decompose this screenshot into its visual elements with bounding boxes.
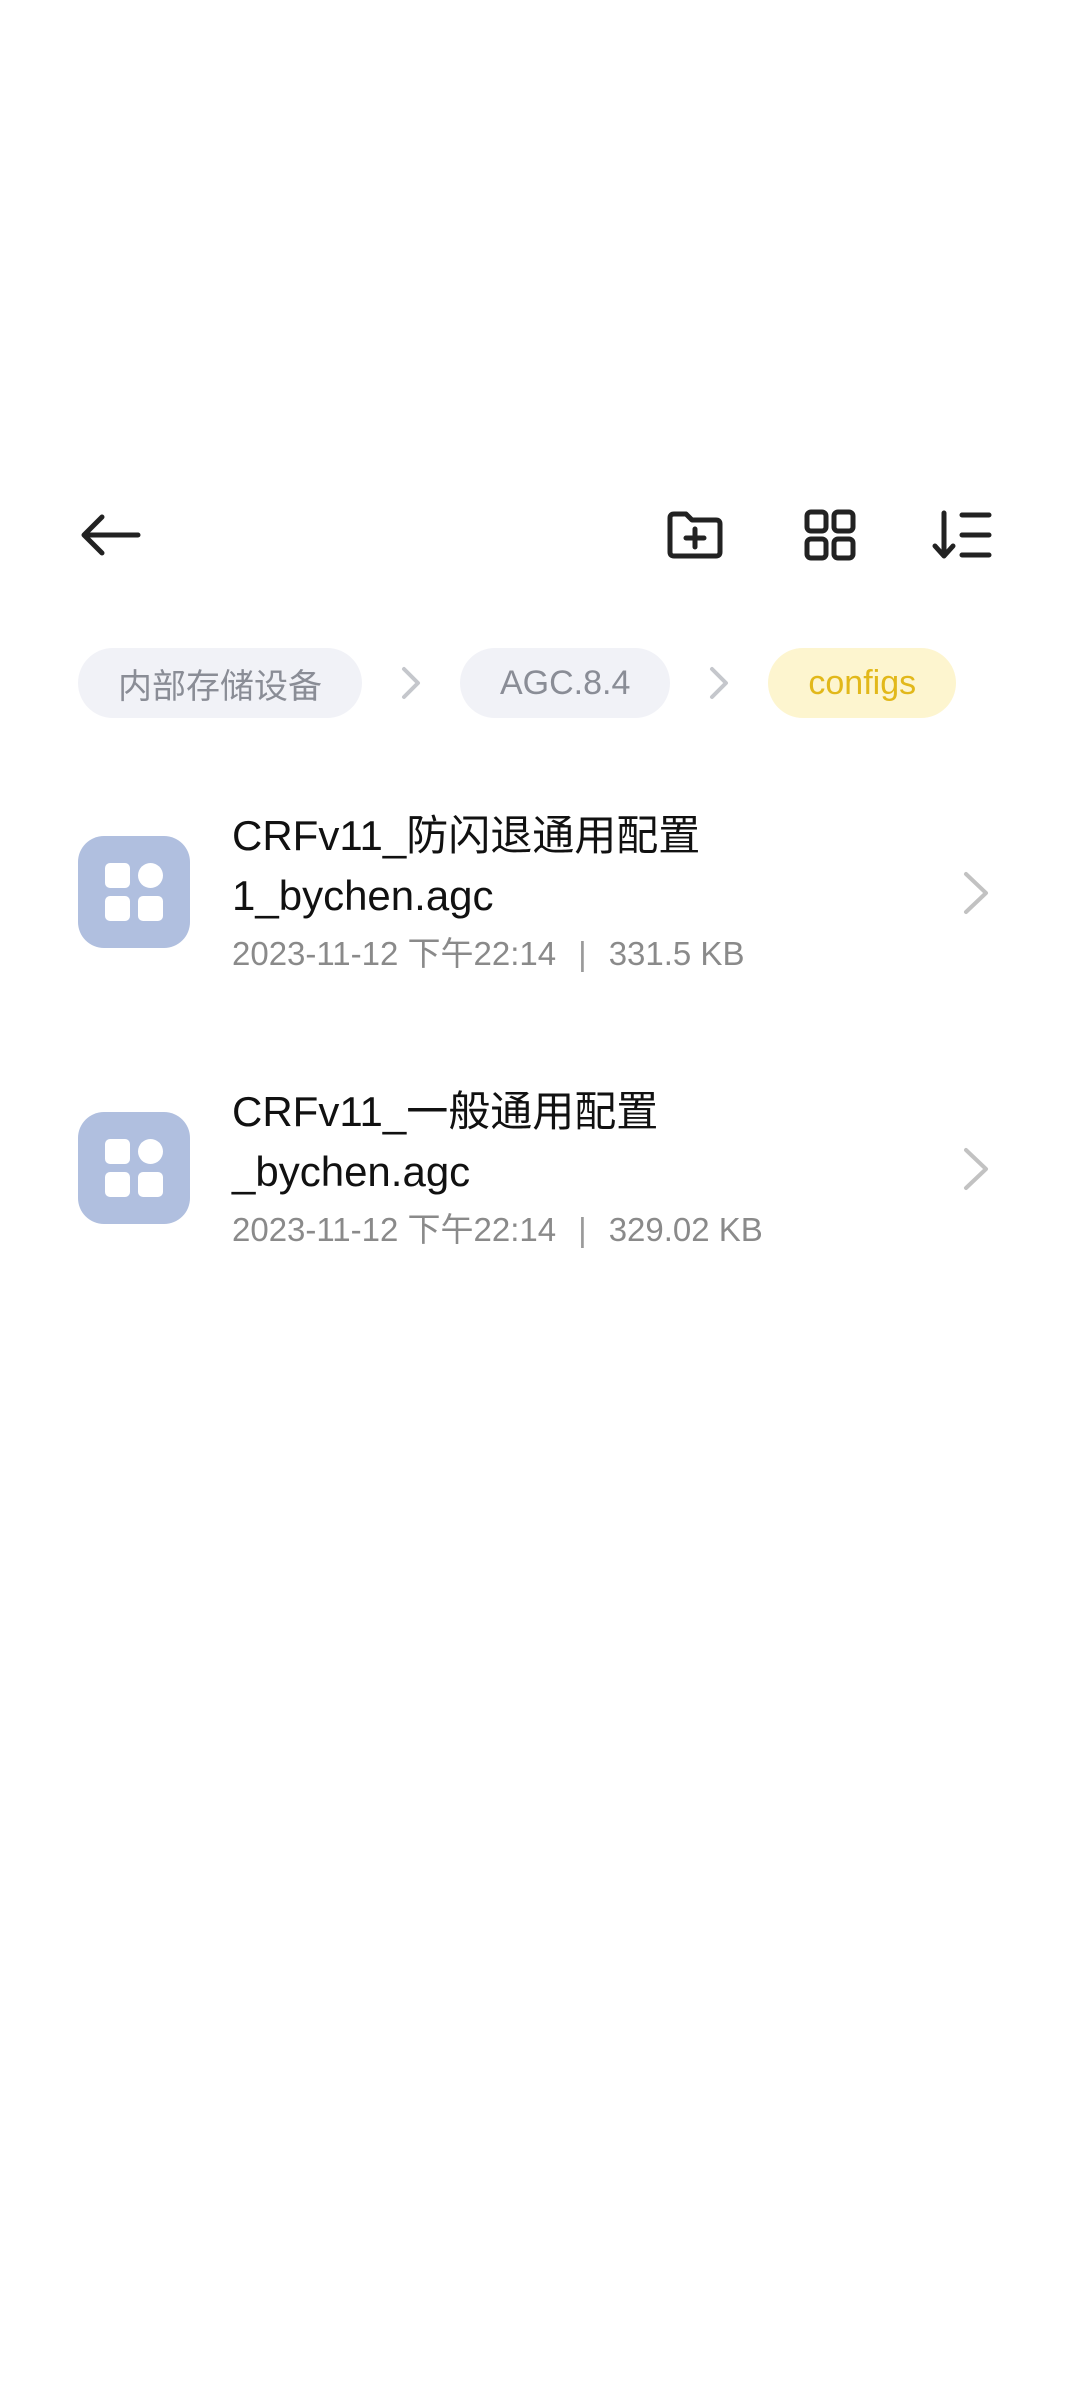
breadcrumb-label: AGC.8.4: [500, 663, 631, 702]
app-file-icon: [78, 1112, 190, 1224]
chevron-right-icon: [964, 1148, 988, 1190]
grid-view-icon: [804, 509, 856, 561]
sort-down-icon: [932, 510, 992, 559]
breadcrumb: 内部存储设备 AGC.8.4 configs: [78, 648, 957, 718]
file-date: 2023-11-12 下午22:14: [232, 1211, 557, 1248]
sort-button[interactable]: [907, 480, 1017, 590]
file-list-item[interactable]: CRFv11_一般通用配置_bychen.agc 2023-11-12 下午22…: [0, 1046, 1080, 1322]
folder-plus-icon: [667, 511, 723, 559]
breadcrumb-agc-folder[interactable]: AGC.8.4: [460, 648, 671, 718]
new-folder-button[interactable]: [640, 480, 750, 590]
chevron-right-icon: [964, 872, 988, 914]
file-date: 2023-11-12 下午22:14: [232, 935, 557, 972]
chevron-right-icon: [710, 667, 729, 699]
meta-divider: |: [578, 935, 587, 972]
breadcrumb-configs-folder[interactable]: configs: [768, 648, 957, 718]
file-meta: 2023-11-12 下午22:14 | 331.5 KB: [232, 932, 744, 976]
breadcrumb-label: configs: [808, 663, 917, 702]
breadcrumb-separator: [362, 648, 460, 718]
file-size: 331.5 KB: [608, 935, 745, 972]
file-size: 329.02 KB: [608, 1211, 763, 1248]
breadcrumb-label: 内部存储设备: [118, 667, 322, 706]
arrow-left-icon: [81, 514, 141, 556]
file-list: CRFv11_防闪退通用配置1_bychen.agc 2023-11-12 下午…: [0, 770, 1080, 1322]
meta-divider: |: [578, 1211, 587, 1248]
grid-view-button[interactable]: [775, 480, 885, 590]
file-name: CRFv11_一般通用配置_bychen.agc: [232, 1088, 659, 1195]
breadcrumb-separator: [670, 648, 768, 718]
file-meta: 2023-11-12 下午22:14 | 329.02 KB: [232, 1208, 763, 1252]
file-name: CRFv11_防闪退通用配置1_bychen.agc: [232, 812, 701, 919]
app-file-icon: [78, 836, 190, 948]
toolbar: [0, 480, 1080, 590]
back-button[interactable]: [55, 480, 165, 590]
breadcrumb-internal-storage[interactable]: 内部存储设备: [78, 648, 362, 718]
chevron-right-icon: [402, 667, 420, 699]
file-list-item[interactable]: CRFv11_防闪退通用配置1_bychen.agc 2023-11-12 下午…: [0, 770, 1080, 1046]
